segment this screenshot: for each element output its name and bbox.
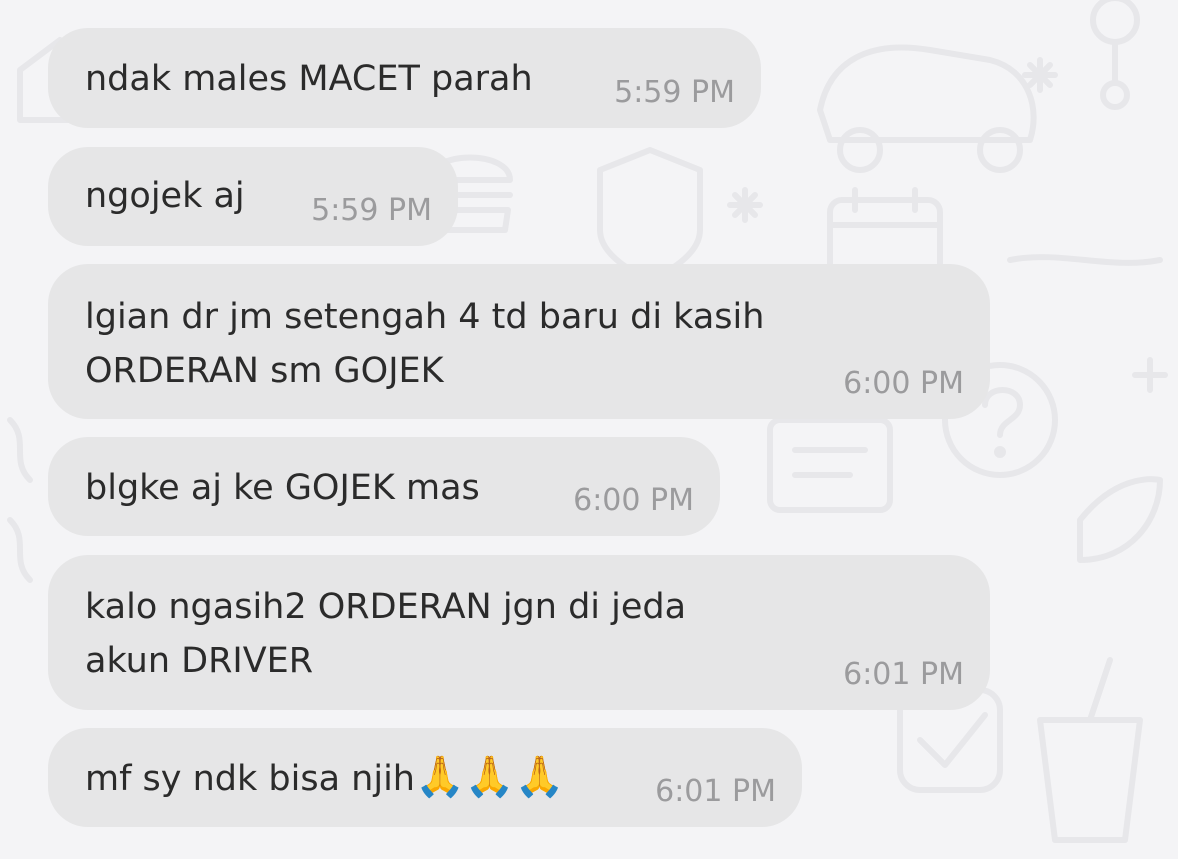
message-bubble[interactable]: ngojek aj 5:59 PM [48,147,458,246]
message-bubble[interactable]: kalo ngasih2 ORDERAN jgn di jeda akun DR… [48,555,990,710]
pray-emoji-icon: 🙏🙏🙏 [414,754,565,800]
message-text: kalo ngasih2 ORDERAN jgn di jeda akun DR… [85,587,687,681]
message-bubble[interactable]: blgke aj ke GOJEK mas 6:00 PM [48,437,720,536]
message-time: 6:01 PM [655,774,776,809]
message-bubble[interactable]: lgian dr jm setengah 4 td baru di kasih … [48,264,990,419]
message-bubble[interactable]: mf sy ndk bisa njih🙏🙏🙏 6:01 PM [48,728,802,827]
message-time: 6:00 PM [573,483,694,518]
message-time: 5:59 PM [311,193,432,228]
message-text: ngojek aj [85,176,245,216]
message-text: lgian dr jm setengah 4 td baru di kasih … [85,297,765,391]
message-text: ndak males MACET parah [85,59,533,99]
chat-thread: ndak males MACET parah 5:59 PM ngojek aj… [0,0,1178,859]
message-time: 6:00 PM [843,366,964,401]
message-text-body: mf sy ndk bisa njih [85,759,415,799]
message-bubble[interactable]: ndak males MACET parah 5:59 PM [48,28,761,128]
message-time: 5:59 PM [614,75,735,110]
message-text: blgke aj ke GOJEK mas [85,468,480,508]
message-time: 6:01 PM [843,657,964,692]
message-text: mf sy ndk bisa njih🙏🙏🙏 [85,752,564,806]
